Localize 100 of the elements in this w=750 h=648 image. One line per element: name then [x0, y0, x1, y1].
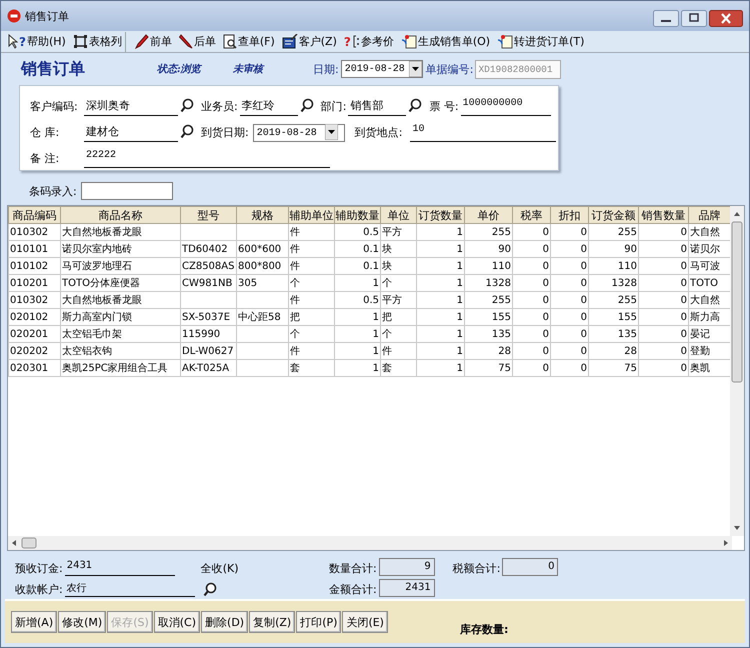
table-cell: 0: [680, 328, 687, 340]
table-cell: 1: [456, 362, 463, 374]
column-header[interactable]: 型号: [180, 206, 236, 224]
table-cell: 1: [456, 346, 463, 356]
action-button[interactable]: 取消(C): [154, 611, 200, 633]
table-cell: 奥凯: [690, 363, 710, 374]
table-cell: 件: [290, 261, 300, 272]
input-field[interactable]: 建材仓: [84, 124, 178, 142]
input-field[interactable]: 22222: [84, 150, 330, 168]
input-field[interactable]: 销售部: [348, 98, 406, 116]
input-field[interactable]: 2431: [64, 560, 175, 576]
column-header[interactable]: 辅助数量: [334, 206, 380, 224]
date-dropdown[interactable]: 2019-08-28: [340, 60, 423, 78]
table-cell: 0: [542, 346, 549, 356]
barcode-field[interactable]: [80, 182, 173, 200]
column-header[interactable]: 折扣: [550, 206, 588, 224]
table-cell: 大自然地板番龙眼: [62, 227, 142, 238]
table-cell: 块: [382, 244, 392, 255]
field-label: 客户编码:: [30, 99, 79, 115]
table-cell: 0: [542, 260, 549, 272]
toolbar-button[interactable]: 查单(F): [220, 32, 278, 52]
toolbar-button[interactable]: 客户(Z): [278, 32, 340, 52]
toolbar-button[interactable]: 生成销售单(O): [398, 32, 494, 52]
close-button[interactable]: [709, 10, 743, 27]
column-header[interactable]: 单位: [380, 206, 416, 224]
input-field[interactable]: 1000000000: [460, 98, 551, 116]
table-cell: 020102: [10, 312, 48, 322]
table-cell: 件: [290, 346, 300, 357]
toolbar-button[interactable]: ?帮助(H): [5, 32, 69, 52]
column-header[interactable]: 品牌: [688, 206, 730, 224]
barcode-label: 条码录入:: [29, 184, 77, 198]
table-cell: 90: [624, 244, 637, 254]
table-cell: 个: [290, 278, 300, 289]
dropdown-arrow-icon[interactable]: [324, 124, 338, 140]
input-field[interactable]: 农行: [64, 581, 195, 597]
action-button[interactable]: 新增(A): [11, 611, 58, 633]
column-header[interactable]: 辅助单位: [288, 206, 334, 224]
action-button[interactable]: 复制(Z): [249, 611, 296, 633]
toolbar-button[interactable]: 前单: [130, 32, 175, 52]
table-cell: 件: [290, 227, 300, 238]
toolbar-button[interactable]: 表格列: [70, 32, 126, 52]
table-cell: 把: [290, 312, 300, 323]
maximize-button[interactable]: [681, 10, 707, 27]
table-cell: 255: [618, 226, 637, 238]
column-header[interactable]: 销售数量: [638, 206, 688, 224]
table-cell: TD60402: [182, 244, 228, 254]
table-cell: 件: [290, 244, 300, 255]
toolbar-button[interactable]: 后单: [176, 32, 219, 52]
vertical-scrollbar[interactable]: [730, 206, 744, 536]
column-header[interactable]: 订货金额: [588, 206, 638, 224]
full-receive-link[interactable]: 全收(K): [200, 560, 239, 576]
field-label: 仓 库:: [30, 125, 60, 141]
table-cell: 28: [624, 346, 637, 356]
table-cell: 0: [580, 278, 587, 288]
table-cell: 1328: [612, 278, 637, 288]
search-icon[interactable]: [180, 98, 195, 113]
table-cell: 1: [456, 294, 463, 306]
table-cell: 0: [680, 294, 687, 306]
action-button[interactable]: 修改(M): [58, 611, 106, 633]
table-cell: 套: [382, 363, 392, 374]
table-cell: 1: [456, 244, 463, 254]
field-label: 到货地点:: [354, 125, 402, 141]
column-header[interactable]: 税率: [512, 206, 550, 224]
question-icon: ?: [19, 34, 26, 48]
column-header[interactable]: 商品名称: [60, 206, 180, 224]
table-cell: 255: [492, 294, 511, 306]
table-cell: 0: [580, 312, 587, 322]
search-icon[interactable]: [180, 124, 195, 139]
horizontal-scrollbar[interactable]: [8, 536, 732, 550]
input-field[interactable]: 李红玲: [240, 98, 298, 116]
table-cell: CW981NB: [182, 278, 232, 288]
dropdown-arrow-icon[interactable]: [408, 61, 422, 77]
input-field[interactable]: 深圳奥奇: [84, 98, 178, 116]
search-icon[interactable]: [300, 98, 315, 113]
table-cell: 0: [680, 312, 687, 322]
action-button[interactable]: 打印(P): [296, 611, 342, 633]
table-cell: 1: [372, 328, 379, 340]
table-cell: 0.5: [363, 226, 379, 238]
search-icon[interactable]: [202, 582, 218, 597]
input-field[interactable]: 10: [410, 124, 556, 142]
table-cell: 0: [580, 226, 587, 238]
toolbar-button[interactable]: ? 参考价: [340, 32, 397, 52]
action-button[interactable]: 关闭(E): [342, 611, 388, 633]
date-dropdown[interactable]: 2019-08-28: [252, 124, 345, 142]
minimize-button[interactable]: [653, 10, 679, 27]
table-cell: 大自然: [690, 295, 720, 306]
search-icon[interactable]: [408, 98, 424, 113]
column-header[interactable]: 单价: [464, 206, 512, 224]
table-cell: 255: [492, 226, 511, 238]
column-header[interactable]: 订货数量: [416, 206, 464, 224]
field-label: 业务员:: [201, 99, 238, 115]
column-header[interactable]: 规格: [236, 206, 288, 224]
toolbar-button[interactable]: 转进货订单(T): [494, 32, 588, 52]
column-header[interactable]: 商品编码: [8, 206, 60, 224]
table-cell: 0.1: [363, 244, 379, 254]
table-cell: 0: [680, 278, 687, 288]
action-button[interactable]: 删除(D): [201, 611, 248, 633]
question-icon: ?: [344, 34, 351, 48]
table-cell: 0: [542, 244, 549, 254]
table-cell: 中心距58: [238, 312, 281, 323]
